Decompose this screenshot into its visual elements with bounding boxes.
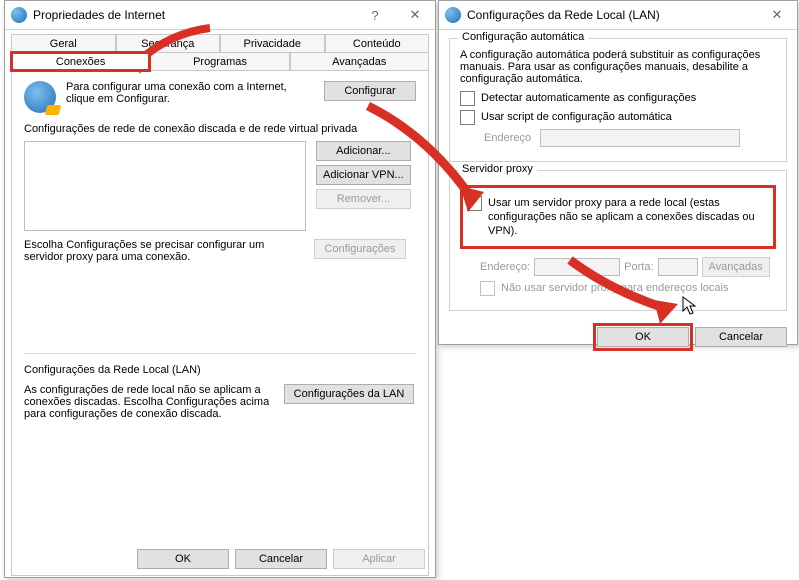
internet-options-icon bbox=[445, 7, 461, 23]
ok-button[interactable]: OK bbox=[597, 327, 689, 347]
close-button[interactable]: ✕ bbox=[395, 1, 435, 29]
tab-seguranca[interactable]: Segurança bbox=[116, 34, 221, 53]
proxy-highlight: Usar um servidor proxy para a rede local… bbox=[460, 185, 776, 249]
window-title: Configurações da Rede Local (LAN) bbox=[467, 8, 757, 22]
internet-options-icon bbox=[11, 7, 27, 23]
tab-privacidade[interactable]: Privacidade bbox=[220, 34, 325, 53]
proxy-address-input bbox=[534, 258, 620, 276]
auto-detect-checkbox[interactable] bbox=[460, 91, 475, 106]
proxy-address-label: Endereço: bbox=[480, 260, 530, 274]
proxy-port-label: Porta: bbox=[624, 260, 653, 274]
adicionar-vpn-button[interactable]: Adicionar VPN... bbox=[316, 165, 411, 185]
lan-settings-button[interactable]: Configurações da LAN bbox=[284, 384, 414, 404]
titlebar: Configurações da Rede Local (LAN) ✕ bbox=[439, 1, 797, 30]
lan-help-text: As configurações de rede local não se ap… bbox=[24, 384, 274, 420]
connections-panel: Para configurar uma conexão com a Intern… bbox=[11, 70, 429, 576]
ok-button[interactable]: OK bbox=[137, 549, 229, 569]
tab-geral[interactable]: Geral bbox=[11, 34, 116, 53]
remover-button: Remover... bbox=[316, 189, 411, 209]
cancel-button[interactable]: Cancelar bbox=[695, 327, 787, 347]
lan-settings-window: Configurações da Rede Local (LAN) ✕ Conf… bbox=[438, 0, 798, 345]
adicionar-button[interactable]: Adicionar... bbox=[316, 141, 411, 161]
auto-config-group: Configuração automática A configuração a… bbox=[449, 38, 787, 162]
auto-config-desc: A configuração automática poderá substit… bbox=[460, 49, 776, 85]
dial-config-button: Configurações bbox=[314, 239, 406, 259]
auto-detect-label: Detectar automaticamente as configuraçõe… bbox=[481, 91, 696, 105]
close-button[interactable]: ✕ bbox=[757, 1, 797, 29]
cancel-button[interactable]: Cancelar bbox=[235, 549, 327, 569]
window-title: Propriedades de Internet bbox=[33, 8, 355, 22]
apply-button: Aplicar bbox=[333, 549, 425, 569]
lan-heading: Configurações da Rede Local (LAN) bbox=[24, 364, 416, 376]
titlebar: Propriedades de Internet ? ✕ bbox=[5, 1, 435, 30]
use-proxy-checkbox[interactable] bbox=[467, 196, 482, 211]
help-button[interactable]: ? bbox=[355, 1, 395, 29]
tab-conexoes[interactable]: Conexões bbox=[11, 52, 150, 71]
auto-config-legend: Configuração automática bbox=[458, 31, 588, 43]
proxy-port-input bbox=[658, 258, 698, 276]
use-script-label: Usar script de configuração automática bbox=[481, 110, 672, 124]
bypass-local-checkbox bbox=[480, 281, 495, 296]
internet-properties-window: Propriedades de Internet ? ✕ Geral Segur… bbox=[4, 0, 436, 578]
intro-text: Para configurar uma conexão com a Intern… bbox=[66, 81, 314, 105]
script-address-label: Endereço bbox=[484, 131, 540, 145]
use-script-checkbox[interactable] bbox=[460, 110, 475, 125]
tabs: Geral Segurança Privacidade Conteúdo Con… bbox=[5, 30, 435, 70]
tab-conteudo[interactable]: Conteúdo bbox=[325, 34, 430, 53]
use-proxy-label: Usar um servidor proxy para a rede local… bbox=[488, 196, 769, 238]
proxy-legend: Servidor proxy bbox=[458, 163, 537, 175]
tab-avancadas[interactable]: Avançadas bbox=[290, 52, 429, 71]
dial-help-text: Escolha Configurações se precisar config… bbox=[24, 239, 304, 263]
dial-section-label: Configurações de rede de conexão discada… bbox=[24, 123, 416, 135]
script-address-input bbox=[540, 129, 740, 147]
configurar-button[interactable]: Configurar bbox=[324, 81, 416, 101]
tab-programas[interactable]: Programas bbox=[150, 52, 289, 71]
bypass-local-label: Não usar servidor proxy para endereços l… bbox=[501, 281, 728, 295]
connection-wizard-icon bbox=[24, 81, 56, 113]
dial-connections-listbox[interactable] bbox=[24, 141, 306, 231]
proxy-group: Servidor proxy Usar um servidor proxy pa… bbox=[449, 170, 787, 311]
advanced-button: Avançadas bbox=[702, 257, 770, 277]
